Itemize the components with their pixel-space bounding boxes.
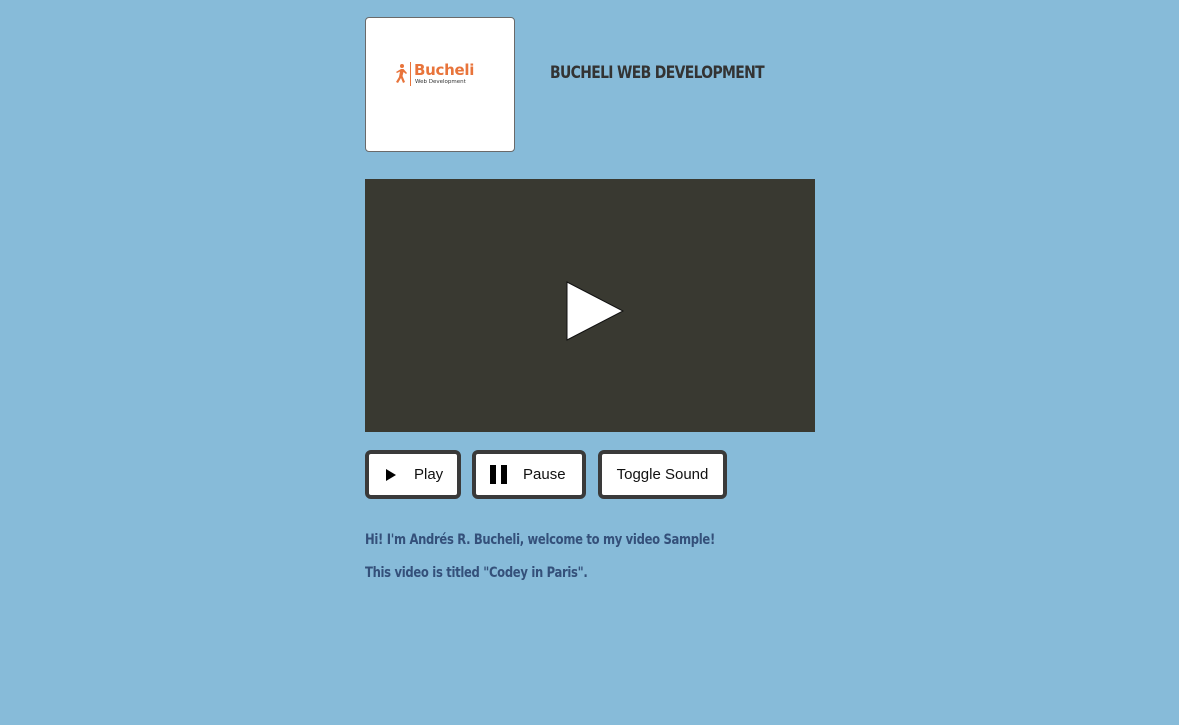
brand-logo: Bucheli Web Development xyxy=(394,62,474,86)
logo-subtitle: Web Development xyxy=(415,78,466,85)
logo-wordmark: Bucheli Web Development xyxy=(414,60,475,86)
intro-greeting: Hi! I'm Andrés R. Bucheli, welcome to my… xyxy=(365,532,715,548)
pause-button-label: Pause xyxy=(523,466,566,483)
logo-figure-icon xyxy=(396,64,407,83)
pause-button[interactable]: Pause xyxy=(472,450,586,499)
logo-divider xyxy=(410,62,411,86)
logo-name: Bucheli xyxy=(414,60,475,79)
logo-card: Bucheli Web Development xyxy=(365,17,515,152)
play-button-label: Play xyxy=(414,466,444,483)
toggle-sound-button[interactable]: Toggle Sound xyxy=(598,450,727,499)
toggle-sound-label: Toggle Sound xyxy=(616,466,709,483)
site-title: BUCHELI WEB DEVELOPMENT xyxy=(550,63,765,83)
video-player[interactable] xyxy=(365,179,815,432)
big-play-icon[interactable] xyxy=(566,281,624,341)
play-icon xyxy=(386,468,396,481)
intro-video-title: This video is titled "Codey in Paris". xyxy=(365,565,588,581)
play-button[interactable]: Play xyxy=(365,450,461,499)
pause-icon xyxy=(490,465,507,484)
